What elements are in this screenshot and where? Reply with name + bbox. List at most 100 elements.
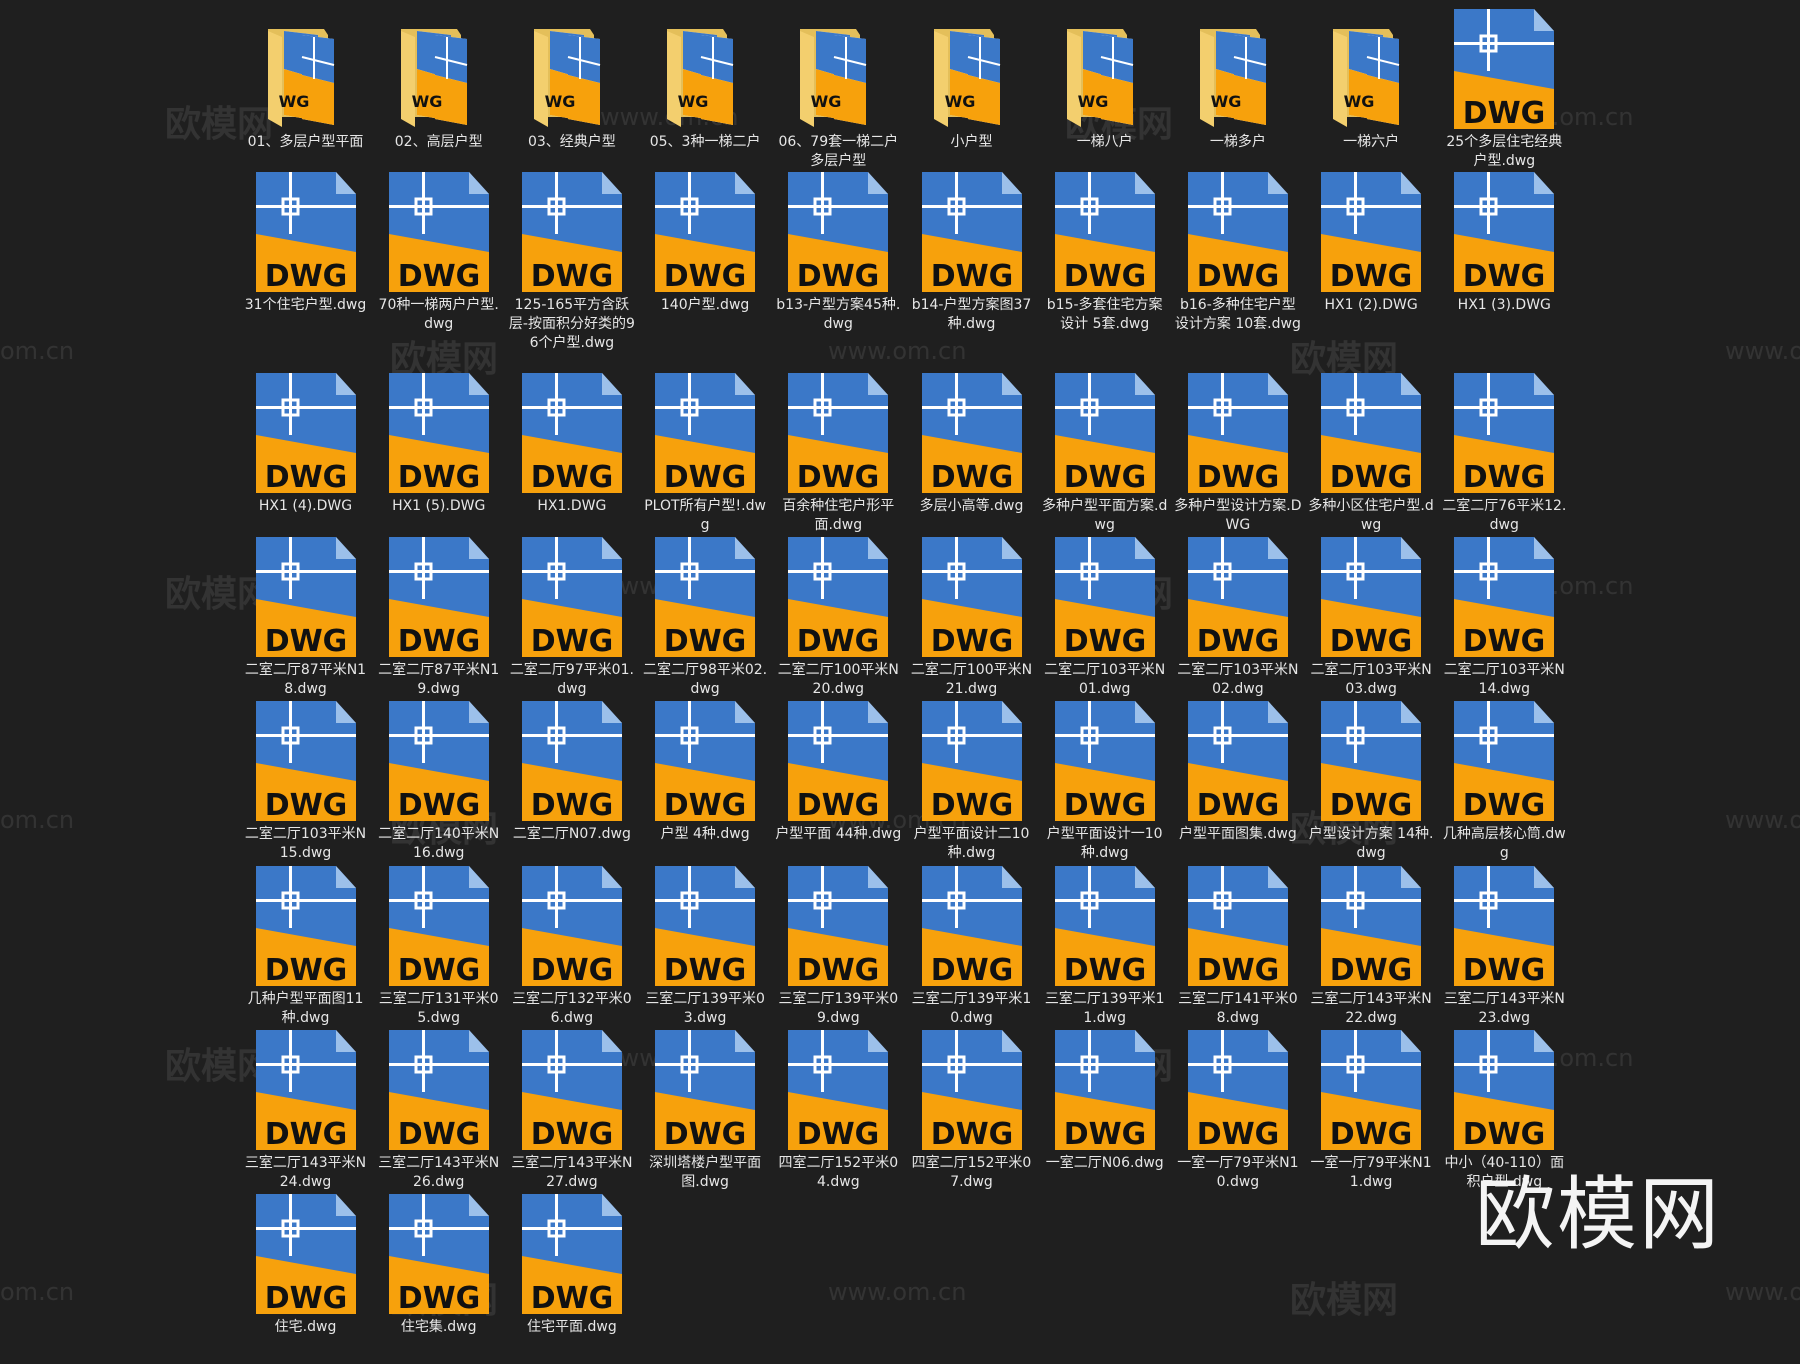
file-name-label: b15-多套住宅方案设计 5套.dwg <box>1046 297 1163 332</box>
dwg-file-item[interactable]: DWG 几种高层核心筒.dwg <box>1438 701 1571 863</box>
dwg-file-item[interactable]: DWG 四室二厅152平米07.dwg <box>905 1030 1038 1192</box>
folder-item[interactable]: WG 一梯八户 <box>1038 9 1171 152</box>
dwg-file-item[interactable]: DWG 住宅.dwg <box>239 1194 372 1337</box>
file-name-label: 125-165平方含跃层-按面积分好类的96个户型.dwg <box>508 297 635 351</box>
folder-item[interactable]: WG 02、高层户型 <box>372 9 505 152</box>
svg-text:DWG: DWG <box>1330 624 1413 657</box>
svg-text:WG: WG <box>1344 92 1375 111</box>
dwg-file-item[interactable]: DWG 二室二厅97平米01.dwg <box>505 537 638 699</box>
svg-text:DWG: DWG <box>930 460 1013 493</box>
file-name-label: 三室二厅131平米05.dwg <box>378 991 499 1026</box>
dwg-file-item[interactable]: DWG 三室二厅139平米09.dwg <box>772 866 905 1028</box>
dwg-file-item[interactable]: DWG 二室二厅100平米N20.dwg <box>772 537 905 699</box>
dwg-file-item[interactable]: DWG 二室二厅103平米N01.dwg <box>1038 537 1171 699</box>
dwg-file-item[interactable]: DWG 二室二厅87平米N18.dwg <box>239 537 372 699</box>
dwg-file-item[interactable]: DWG b15-多套住宅方案设计 5套.dwg <box>1038 172 1171 334</box>
file-name-label: 几种高层核心筒.dwg <box>1442 826 1566 861</box>
folder-item[interactable]: WG 06、79套一梯二户多层户型 <box>772 9 905 171</box>
dwg-file-item[interactable]: DWG 多层小高等.dwg <box>905 373 1038 516</box>
dwg-file-item[interactable]: DWG 住宅平面.dwg <box>505 1194 638 1337</box>
dwg-file-item[interactable]: DWG 户型 4种.dwg <box>639 701 772 844</box>
dwg-file-item[interactable]: DWG 几种户型平面图11种.dwg <box>239 866 372 1028</box>
dwg-file-item[interactable]: DWG 140户型.dwg <box>639 172 772 315</box>
dwg-file-item[interactable]: DWG 多种户型设计方案.DWG <box>1171 373 1304 535</box>
dwg-file-item[interactable]: DWG HX1 (3).DWG <box>1438 172 1571 315</box>
folder-item[interactable]: WG 小户型 <box>905 9 1038 152</box>
dwg-file-item[interactable]: DWG 户型平面设计二10种.dwg <box>905 701 1038 863</box>
dwg-file-icon: DWG <box>788 701 889 821</box>
dwg-file-item[interactable]: DWG 户型平面设计一10种.dwg <box>1038 701 1171 863</box>
folder-item[interactable]: WG 01、多层户型平面 <box>239 9 372 152</box>
dwg-file-item[interactable]: DWG 二室二厅103平米N14.dwg <box>1438 537 1571 699</box>
svg-text:DWG: DWG <box>1063 953 1146 986</box>
folder-item[interactable]: WG 一梯六户 <box>1305 9 1438 152</box>
dwg-file-item[interactable]: DWG HX1 (5).DWG <box>372 373 505 516</box>
dwg-file-item[interactable]: DWG 二室二厅100平米N21.dwg <box>905 537 1038 699</box>
file-name-label: 三室二厅139平米09.dwg <box>778 991 899 1026</box>
dwg-file-item[interactable]: DWG HX1 (2).DWG <box>1305 172 1438 315</box>
dwg-file-item[interactable]: DWG 125-165平方含跃层-按面积分好类的96个户型.dwg <box>505 172 638 353</box>
dwg-file-item[interactable]: DWG b13-户型方案45种.dwg <box>772 172 905 334</box>
dwg-file-item[interactable]: DWG 二室二厅98平米02.dwg <box>639 537 772 699</box>
dwg-file-item[interactable]: DWG 二室二厅76平米12.dwg <box>1438 373 1571 535</box>
folder-item[interactable]: WG 03、经典户型 <box>505 9 638 152</box>
dwg-file-icon: DWG <box>1054 701 1155 821</box>
dwg-file-item[interactable]: DWG 多种小区住宅户型.dwg <box>1305 373 1438 535</box>
dwg-file-item[interactable]: DWG 一室二厅N06.dwg <box>1038 1030 1171 1173</box>
dwg-file-item[interactable]: DWG 一室一厅79平米N11.dwg <box>1305 1030 1438 1192</box>
dwg-file-item[interactable]: DWG 二室二厅140平米N16.dwg <box>372 701 505 863</box>
file-name-label: 一室一厅79平米N10.dwg <box>1177 1155 1299 1190</box>
dwg-file-item[interactable]: DWG 三室二厅139平米03.dwg <box>639 866 772 1028</box>
dwg-file-item[interactable]: DWG 三室二厅143平米N27.dwg <box>505 1030 638 1192</box>
svg-text:DWG: DWG <box>264 259 347 292</box>
dwg-file-item[interactable]: DWG 三室二厅143平米N24.dwg <box>239 1030 372 1192</box>
dwg-file-icon: DWG <box>1321 701 1422 821</box>
dwg-file-item[interactable]: DWG 三室二厅143平米N26.dwg <box>372 1030 505 1192</box>
dwg-file-item[interactable]: DWG b16-多种住宅户型设计方案 10套.dwg <box>1171 172 1304 334</box>
dwg-file-item[interactable]: DWG 三室二厅141平米08.dwg <box>1171 866 1304 1028</box>
dwg-file-item[interactable]: DWG 三室二厅139平米11.dwg <box>1038 866 1171 1028</box>
dwg-file-item[interactable]: DWG 一室一厅79平米N10.dwg <box>1171 1030 1304 1192</box>
folder-item[interactable]: WG 一梯多户 <box>1171 9 1304 152</box>
file-name-label: 户型平面设计一10种.dwg <box>1046 826 1163 861</box>
svg-text:WG: WG <box>944 92 975 111</box>
svg-text:DWG: DWG <box>930 788 1013 821</box>
dwg-file-item[interactable]: DWG 二室二厅103平米N15.dwg <box>239 701 372 863</box>
dwg-file-item[interactable]: DWG PLOT所有户型!.dwg <box>639 373 772 535</box>
dwg-file-item[interactable]: DWG 三室二厅143平米N22.dwg <box>1305 866 1438 1028</box>
svg-text:DWG: DWG <box>1463 259 1546 292</box>
dwg-file-item[interactable]: DWG 三室二厅131平米05.dwg <box>372 866 505 1028</box>
dwg-file-item[interactable]: DWG b14-户型方案图37种.dwg <box>905 172 1038 334</box>
dwg-file-item[interactable]: DWG 31个住宅户型.dwg <box>239 172 372 315</box>
dwg-file-item[interactable]: DWG 住宅集.dwg <box>372 1194 505 1337</box>
dwg-file-item[interactable]: DWG 二室二厅103平米N03.dwg <box>1305 537 1438 699</box>
dwg-file-item[interactable]: DWG 三室二厅132平米06.dwg <box>505 866 638 1028</box>
dwg-file-icon: DWG <box>255 1030 356 1150</box>
file-name-label: 四室二厅152平米04.dwg <box>778 1155 899 1190</box>
dwg-file-item[interactable]: DWG 户型平面 44种.dwg <box>772 701 905 844</box>
svg-text:DWG: DWG <box>397 788 480 821</box>
dwg-file-icon: DWG <box>655 866 756 986</box>
dwg-file-item[interactable]: DWG 四室二厅152平米04.dwg <box>772 1030 905 1192</box>
dwg-file-icon: DWG <box>521 373 622 493</box>
dwg-file-item[interactable]: DWG 二室二厅N07.dwg <box>505 701 638 844</box>
dwg-file-item[interactable]: DWG 70种一梯两户户型.dwg <box>372 172 505 334</box>
dwg-file-icon: DWG <box>788 1030 889 1150</box>
file-name-label: 多种户型平面方案.dwg <box>1042 498 1168 533</box>
file-name-label: b13-户型方案45种.dwg <box>776 297 901 332</box>
dwg-file-item[interactable]: DWG 三室二厅139平米10.dwg <box>905 866 1038 1028</box>
folder-item[interactable]: WG 05、3种一梯二户 <box>639 9 772 152</box>
dwg-file-item[interactable]: DWG 百余种住宅户形平面.dwg <box>772 373 905 535</box>
dwg-file-item[interactable]: DWG 多种户型平面方案.dwg <box>1038 373 1171 535</box>
file-name-label: 一梯多户 <box>1209 134 1266 150</box>
dwg-file-item[interactable]: DWG 户型设计方案 14种.dwg <box>1305 701 1438 863</box>
dwg-file-item[interactable]: DWG 深圳塔楼户型平面图.dwg <box>639 1030 772 1192</box>
dwg-file-item[interactable]: DWG 二室二厅87平米N19.dwg <box>372 537 505 699</box>
svg-text:WG: WG <box>1077 92 1108 111</box>
dwg-file-item[interactable]: DWG HX1.DWG <box>505 373 638 516</box>
dwg-file-item[interactable]: DWG 二室二厅103平米N02.dwg <box>1171 537 1304 699</box>
dwg-file-item[interactable]: DWG 户型平面图集.dwg <box>1171 701 1304 844</box>
dwg-file-item[interactable]: DWG 三室二厅143平米N23.dwg <box>1438 866 1571 1028</box>
dwg-file-item[interactable]: DWG HX1 (4).DWG <box>239 373 372 516</box>
dwg-file-item[interactable]: DWG 25个多层住宅经典户型.dwg <box>1438 9 1571 171</box>
